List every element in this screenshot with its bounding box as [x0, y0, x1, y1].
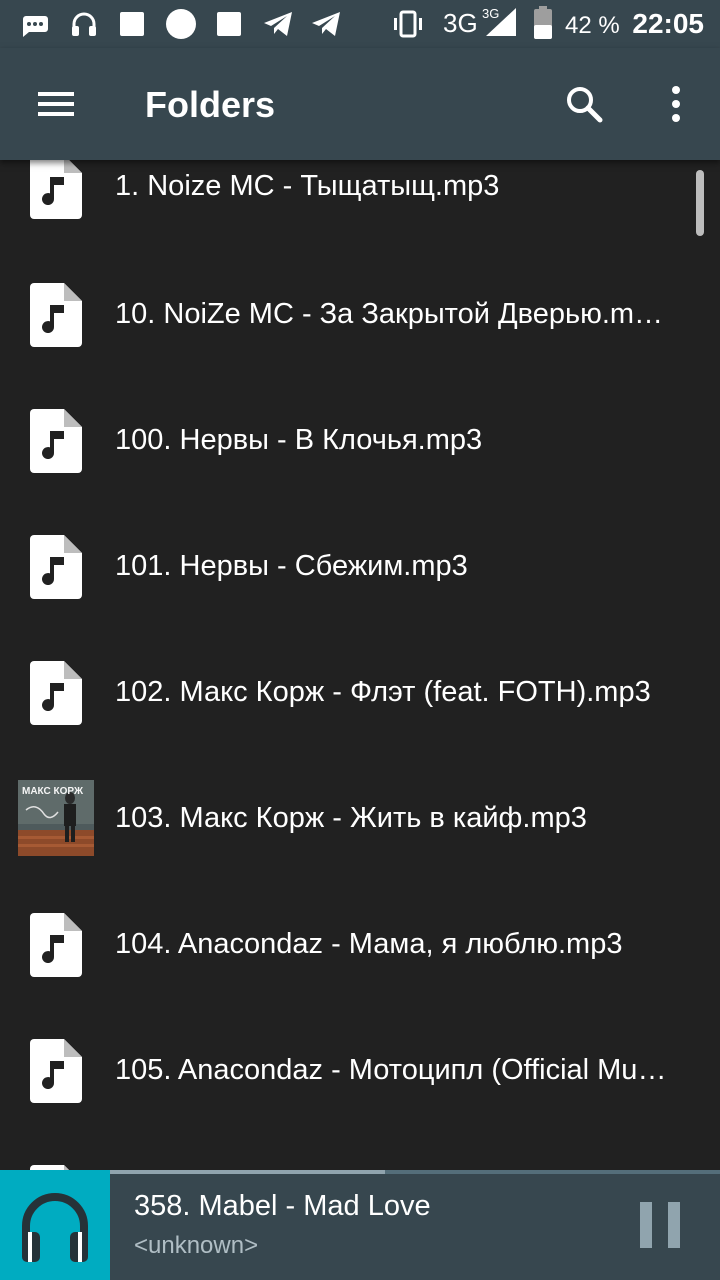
list-item[interactable]: 101. Нервы - Сбежим.mp3 — [0, 503, 720, 629]
menu-icon[interactable] — [24, 78, 88, 130]
square-icon — [120, 12, 144, 36]
battery-icon — [534, 6, 552, 39]
search-icon[interactable] — [556, 78, 612, 130]
more-vert-icon[interactable] — [656, 78, 696, 130]
music-file-icon — [30, 913, 82, 977]
page-title: Folders — [145, 84, 276, 125]
file-name: 103. Макс Корж - Жить в кайф.mp3 — [115, 802, 587, 834]
status-bar: 3G 3G 42 % 22:05 — [0, 0, 720, 48]
circle-icon — [166, 9, 196, 39]
pause-icon[interactable] — [630, 1200, 690, 1250]
music-file-icon — [30, 1039, 82, 1103]
app-toolbar: Folders — [0, 48, 720, 160]
list-item[interactable]: 105. Anacondaz - Мотоципл (Official Mu… — [0, 1007, 720, 1133]
telegram-icon — [264, 12, 292, 36]
file-name: 102. Макс Корж - Флэт (feat. FOTH).mp3 — [115, 676, 651, 708]
music-file-icon — [30, 160, 82, 219]
list-item[interactable]: 10. NoiZe MC - За Закрытой Дверью.m… — [0, 251, 720, 377]
player-cover[interactable] — [0, 1170, 110, 1280]
clock: 22:05 — [632, 8, 704, 39]
music-file-icon — [30, 661, 82, 725]
messages-icon — [23, 16, 48, 37]
vibrate-icon — [394, 10, 422, 38]
headphones-icon — [72, 12, 96, 36]
network-type: 3G — [443, 8, 478, 38]
scrollbar[interactable] — [696, 170, 704, 236]
file-name: 1. Noize MC - Тыщатыщ.mp3 — [115, 170, 500, 202]
file-name: 100. Нервы - В Клочья.mp3 — [115, 424, 483, 456]
track-title: 358. Mabel - Mad Love — [134, 1190, 431, 1222]
list-item[interactable]: 1. Noize MC - Тыщатыщ.mp3 — [0, 160, 720, 251]
list-item[interactable]: МАКС КОРЖ 103. Макс Корж - Жить в кайф.m… — [0, 755, 720, 881]
music-file-icon — [30, 409, 82, 473]
music-file-icon — [30, 535, 82, 599]
file-name: 105. Anacondaz - Мотоципл (Official Mu… — [115, 1054, 667, 1086]
album-art-thumbnail: МАКС КОРЖ — [18, 780, 94, 856]
progress-fill — [110, 1170, 385, 1174]
music-file-icon — [30, 283, 82, 347]
now-playing-bar[interactable]: 358. Mabel - Mad Love <unknown> — [0, 1170, 720, 1280]
file-list[interactable]: 1. Noize MC - Тыщатыщ.mp3 10. NoiZe MC -… — [0, 160, 720, 1170]
square-icon — [217, 12, 241, 36]
telegram-icon — [312, 12, 340, 36]
file-name: 101. Нервы - Сбежим.mp3 — [115, 550, 468, 582]
battery-percent: 42 % — [565, 12, 620, 39]
progress-bar[interactable] — [110, 1170, 720, 1174]
list-item[interactable]: 104. Anacondaz - Мама, я люблю.mp3 — [0, 881, 720, 1007]
file-name: 10. NoiZe MC - За Закрытой Дверью.m… — [115, 298, 664, 330]
list-item[interactable]: 102. Макс Корж - Флэт (feat. FOTH).mp3 — [0, 629, 720, 755]
file-name: 104. Anacondaz - Мама, я люблю.mp3 — [115, 928, 623, 960]
track-artist: <unknown> — [134, 1232, 259, 1259]
headphones-icon — [22, 1193, 88, 1262]
list-item[interactable]: 100. Нервы - В Клочья.mp3 — [0, 377, 720, 503]
signal-icon — [486, 8, 516, 36]
list-item[interactable] — [0, 1133, 720, 1170]
album-art-text: МАКС КОРЖ — [22, 786, 84, 797]
